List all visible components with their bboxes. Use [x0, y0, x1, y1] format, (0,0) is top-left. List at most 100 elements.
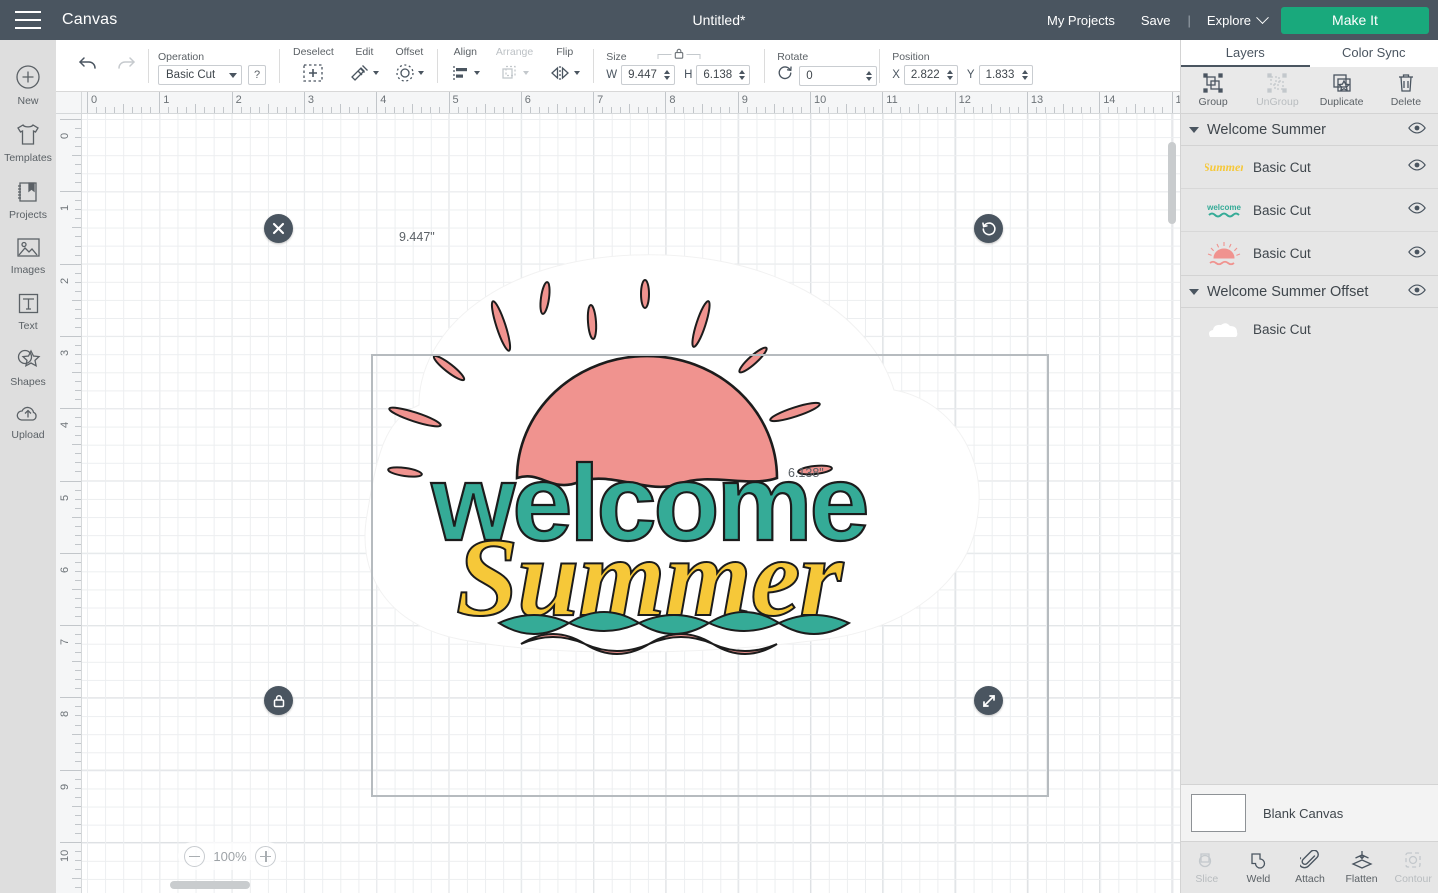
machine-selector[interactable]: Explore	[1195, 10, 1281, 28]
undo-icon[interactable]	[78, 54, 100, 72]
canvas-grid[interactable]: welcome Summer 9.447" 6.138" 100%	[82, 114, 1180, 893]
ruler-minor-tick	[466, 107, 468, 113]
height-input[interactable]	[697, 69, 740, 81]
width-input[interactable]	[622, 69, 665, 81]
contour-button[interactable]: Contour	[1387, 842, 1438, 893]
rotate-input[interactable]	[800, 69, 867, 82]
group-header[interactable]: Welcome Summer	[1181, 114, 1438, 146]
align-button[interactable]: Align	[444, 46, 487, 83]
ruler-minor-tick	[75, 281, 81, 283]
chevron-down-icon	[417, 71, 424, 75]
ruler-minor-tick	[75, 860, 81, 862]
size-lock-toggle[interactable]	[657, 47, 701, 65]
ruler-number: 8	[669, 94, 676, 106]
offset-button[interactable]: Offset	[388, 46, 431, 83]
rotate-stepper[interactable]	[866, 70, 876, 81]
horizontal-scrollbar[interactable]	[170, 881, 250, 889]
caret-down-icon[interactable]	[1189, 288, 1199, 295]
duplicate-button[interactable]: Duplicate	[1310, 67, 1374, 113]
make-it-button[interactable]: Make It	[1281, 6, 1429, 34]
rail-item-shapes[interactable]: Shapes	[0, 338, 56, 394]
ruler-major-tick	[593, 92, 595, 113]
ruler-minor-tick	[457, 107, 459, 113]
group-header[interactable]: Welcome Summer Offset	[1181, 276, 1438, 308]
save-button[interactable]: Save	[1128, 13, 1184, 28]
weld-button[interactable]: Weld	[1233, 842, 1285, 893]
layer-row[interactable]: Basic Cut	[1181, 232, 1438, 275]
redo-icon[interactable]	[114, 54, 136, 72]
resize-handle[interactable]	[974, 686, 1003, 715]
eye-icon[interactable]	[1408, 158, 1426, 176]
ruler-minor-tick	[511, 107, 513, 113]
ruler-minor-tick	[611, 107, 613, 113]
ruler-minor-tick	[75, 724, 81, 726]
offset-cloud-thumb	[1205, 315, 1243, 345]
rail-item-upload[interactable]: Upload	[0, 394, 56, 447]
caret-down-icon[interactable]	[1189, 126, 1199, 133]
attach-button[interactable]: Attach	[1284, 842, 1336, 893]
rail-item-projects[interactable]: Projects	[0, 170, 56, 227]
x-input[interactable]	[904, 69, 947, 81]
eye-icon[interactable]	[1408, 121, 1426, 139]
hamburger-icon[interactable]	[0, 0, 56, 40]
y-input[interactable]	[979, 69, 1022, 81]
canvas-color-swatch[interactable]	[1191, 794, 1246, 832]
rotate-handle[interactable]	[974, 214, 1003, 243]
ruler-minor-tick	[638, 107, 640, 113]
eye-icon[interactable]	[1408, 283, 1426, 301]
arrange-group: Align Arrange Flip	[438, 40, 593, 92]
edit-button[interactable]: Edit	[343, 46, 386, 83]
eye-icon[interactable]	[1408, 201, 1426, 219]
ruler-minor-tick	[900, 107, 902, 113]
ruler-minor-tick	[72, 733, 81, 735]
rail-label: Text	[18, 320, 38, 332]
minus-circle-icon[interactable]	[184, 845, 205, 867]
operation-help-button[interactable]: ?	[248, 65, 266, 85]
layer-row[interactable]: Summer Basic Cut	[1181, 146, 1438, 189]
ruler-minor-tick	[114, 107, 116, 113]
delete-handle[interactable]	[264, 214, 293, 243]
deselect-button[interactable]: Deselect	[286, 46, 341, 83]
contour-label: Contour	[1394, 873, 1432, 885]
rail-label: Projects	[9, 209, 47, 221]
rail-item-text[interactable]: Text	[0, 282, 56, 338]
canvas-area[interactable]: welcome Summer 9.447" 6.138" 100% 0 1 2 …	[56, 92, 1180, 893]
ruler-number: 10	[814, 94, 827, 106]
layer-row[interactable]: welcome Basic Cut	[1181, 189, 1438, 232]
ruler-minor-tick	[1144, 107, 1146, 113]
plus-circle-icon[interactable]	[255, 845, 276, 867]
ungroup-button[interactable]: UnGroup	[1245, 67, 1309, 113]
ruler-number: 6	[524, 94, 531, 106]
tab-color-sync[interactable]: Color Sync	[1310, 40, 1438, 67]
rail-item-new[interactable]: New	[0, 54, 56, 113]
tab-layers[interactable]: Layers	[1181, 40, 1310, 67]
x-stepper[interactable]	[946, 70, 957, 80]
canvas-background-card[interactable]: Blank Canvas	[1181, 784, 1438, 841]
arrange-button[interactable]: Arrange	[489, 46, 540, 83]
ruler-minor-tick	[990, 104, 992, 113]
group-button[interactable]: Group	[1181, 67, 1245, 113]
arrange-label: Arrange	[495, 46, 534, 58]
lock-handle[interactable]	[264, 686, 293, 715]
ruler-minor-tick	[72, 155, 81, 157]
artwork-welcome-summer[interactable]: welcome Summer	[349, 240, 1009, 670]
ruler-minor-tick	[75, 570, 81, 572]
delete-button[interactable]: Delete	[1374, 67, 1438, 113]
ruler-minor-tick	[358, 107, 360, 113]
ruler-minor-tick	[75, 128, 81, 130]
layer-row[interactable]: Basic Cut	[1181, 308, 1438, 351]
zoom-level: 100%	[213, 848, 247, 864]
rail-item-templates[interactable]: Templates	[0, 113, 56, 170]
y-stepper[interactable]	[1021, 70, 1032, 80]
rail-item-images[interactable]: Images	[0, 227, 56, 282]
height-stepper[interactable]	[739, 70, 749, 80]
flatten-button[interactable]: Flatten	[1336, 842, 1388, 893]
vertical-scrollbar[interactable]	[1168, 142, 1176, 224]
slice-button[interactable]: Slice	[1181, 842, 1233, 893]
my-projects-link[interactable]: My Projects	[1034, 13, 1128, 28]
flip-button[interactable]: Flip	[542, 46, 587, 83]
eye-icon[interactable]	[1408, 245, 1426, 263]
operation-select[interactable]: Basic Cut	[158, 65, 242, 85]
width-stepper[interactable]	[664, 70, 674, 80]
ruler-major-tick	[303, 92, 305, 113]
